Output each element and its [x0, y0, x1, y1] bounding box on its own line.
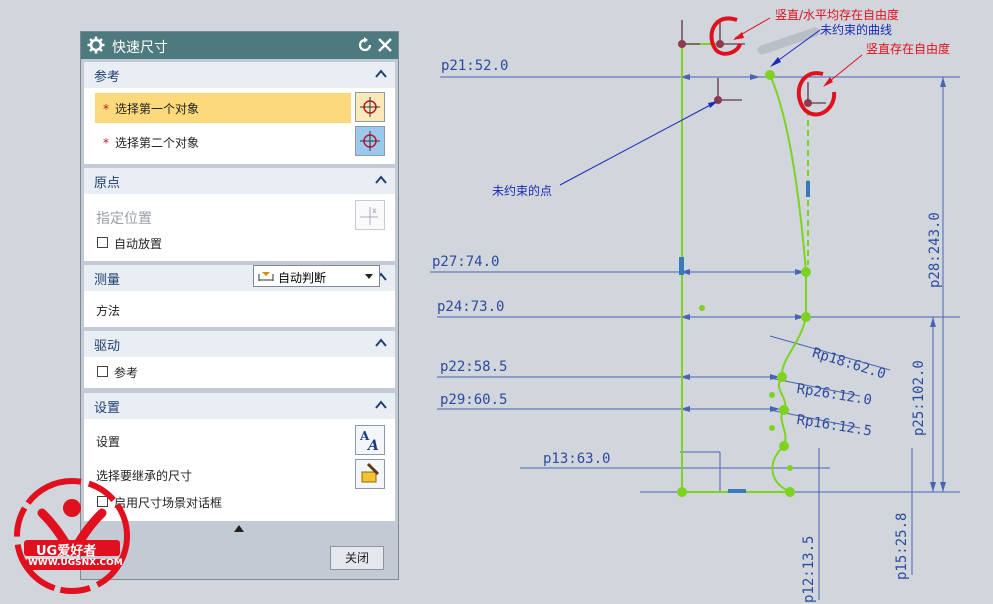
sketch-geometry[interactable] — [681, 43, 809, 493]
origin-header-label: 原点 — [94, 176, 121, 191]
note-unconstrained-point: 未约束的点 — [492, 184, 553, 198]
drive-section: 驱动 参考 — [84, 331, 395, 388]
required-mark: * — [103, 136, 109, 150]
inherit-brush-icon — [361, 462, 380, 483]
method-label: 方法 — [96, 304, 121, 318]
ugsnx-logo — [14, 478, 130, 594]
dimension-p28[interactable]: p28:243.0 — [927, 212, 943, 288]
drive-header[interactable]: 驱动 — [84, 331, 395, 357]
dimension-lines — [430, 76, 960, 600]
auto-place-label: 自动放置 — [114, 237, 163, 251]
settings-label: 设置 — [96, 435, 121, 449]
drive-header-label: 驱动 — [94, 339, 121, 354]
dimension-p29[interactable]: p29:60.5 — [440, 392, 507, 408]
method-value: 自动判断 — [278, 271, 327, 285]
constraint-markers — [679, 181, 810, 493]
reset-icon[interactable] — [357, 37, 373, 53]
dimension-p13[interactable]: p13:63.0 — [543, 451, 610, 467]
inherit-dimension-button[interactable] — [355, 459, 385, 489]
dialog-titlebar[interactable]: 快速尺寸 — [81, 32, 398, 59]
dimension-p15[interactable]: p15:25.8 — [894, 513, 910, 580]
select-second-object[interactable]: * 选择第二个对象 — [103, 134, 199, 151]
measure-header-label: 测量 — [94, 273, 121, 288]
point-location-icon: x — [360, 206, 378, 225]
chevron-up-icon[interactable] — [375, 338, 387, 348]
dimension-p25[interactable]: p25:102.0 — [911, 360, 927, 436]
chevron-up-icon[interactable] — [375, 400, 387, 410]
specify-location-label: 指定位置 — [96, 211, 152, 227]
crosshair-icon — [360, 97, 380, 117]
close-icon[interactable] — [376, 36, 394, 54]
dimension-p22[interactable]: p22:58.5 — [440, 359, 507, 375]
drive-reference-checkbox[interactable] — [97, 366, 108, 377]
dimension-p27[interactable]: p27:74.0 — [432, 254, 499, 270]
select-first-object[interactable]: * 选择第一个对象 — [103, 100, 199, 117]
watermark-brand: UG爱好者 — [36, 544, 97, 559]
dimension-p21[interactable]: p21:52.0 — [441, 58, 508, 74]
reference-header[interactable]: 参考 — [84, 62, 395, 88]
chevron-up-icon[interactable] — [375, 69, 387, 79]
note-unconstrained-curve: 未约束的曲线 — [820, 23, 893, 37]
origin-section: 原点 指定位置 x 自动放置 — [84, 168, 395, 261]
select-second-object-button[interactable] — [355, 126, 385, 156]
reference-header-label: 参考 — [94, 70, 121, 85]
svg-text:A: A — [366, 438, 379, 454]
sketch-points[interactable] — [677, 70, 811, 497]
watermark-url: WWW.UGSNX.COM — [28, 558, 123, 568]
select-first-object-button[interactable] — [355, 92, 385, 122]
crosshair-icon — [360, 131, 380, 151]
text-settings-button[interactable]: AA — [355, 425, 385, 455]
required-mark: * — [103, 102, 109, 116]
auto-infer-icon — [258, 272, 274, 281]
close-button[interactable]: 关闭 — [330, 546, 384, 570]
note-vertical-free: 竖直存在自由度 — [866, 42, 951, 56]
dimension-p12[interactable]: p12:13.5 — [801, 536, 817, 603]
text-style-icon: AA — [359, 429, 379, 454]
select-second-object-label: 选择第二个对象 — [115, 136, 200, 150]
settings-header[interactable]: 设置 — [84, 393, 395, 419]
highlight-stroke — [757, 27, 820, 55]
specify-location-button[interactable]: x — [355, 200, 385, 230]
auto-place-checkbox[interactable] — [97, 237, 108, 248]
origin-header[interactable]: 原点 — [84, 168, 395, 194]
settings-header-label: 设置 — [94, 401, 121, 416]
select-first-object-label: 选择第一个对象 — [115, 102, 200, 116]
collapse-up-icon[interactable] — [234, 525, 244, 532]
svg-text:x: x — [372, 206, 377, 215]
gear-icon — [87, 36, 105, 54]
chevron-down-icon — [365, 274, 373, 279]
method-dropdown[interactable]: 自动判断 — [253, 265, 380, 287]
drive-reference-label: 参考 — [114, 366, 139, 380]
dimension-p24[interactable]: p24:73.0 — [437, 299, 504, 315]
dialog-title: 快速尺寸 — [112, 40, 168, 56]
chevron-up-icon[interactable] — [375, 175, 387, 185]
reference-section: 参考 * 选择第一个对象 * 选择第二个对象 — [84, 62, 395, 164]
